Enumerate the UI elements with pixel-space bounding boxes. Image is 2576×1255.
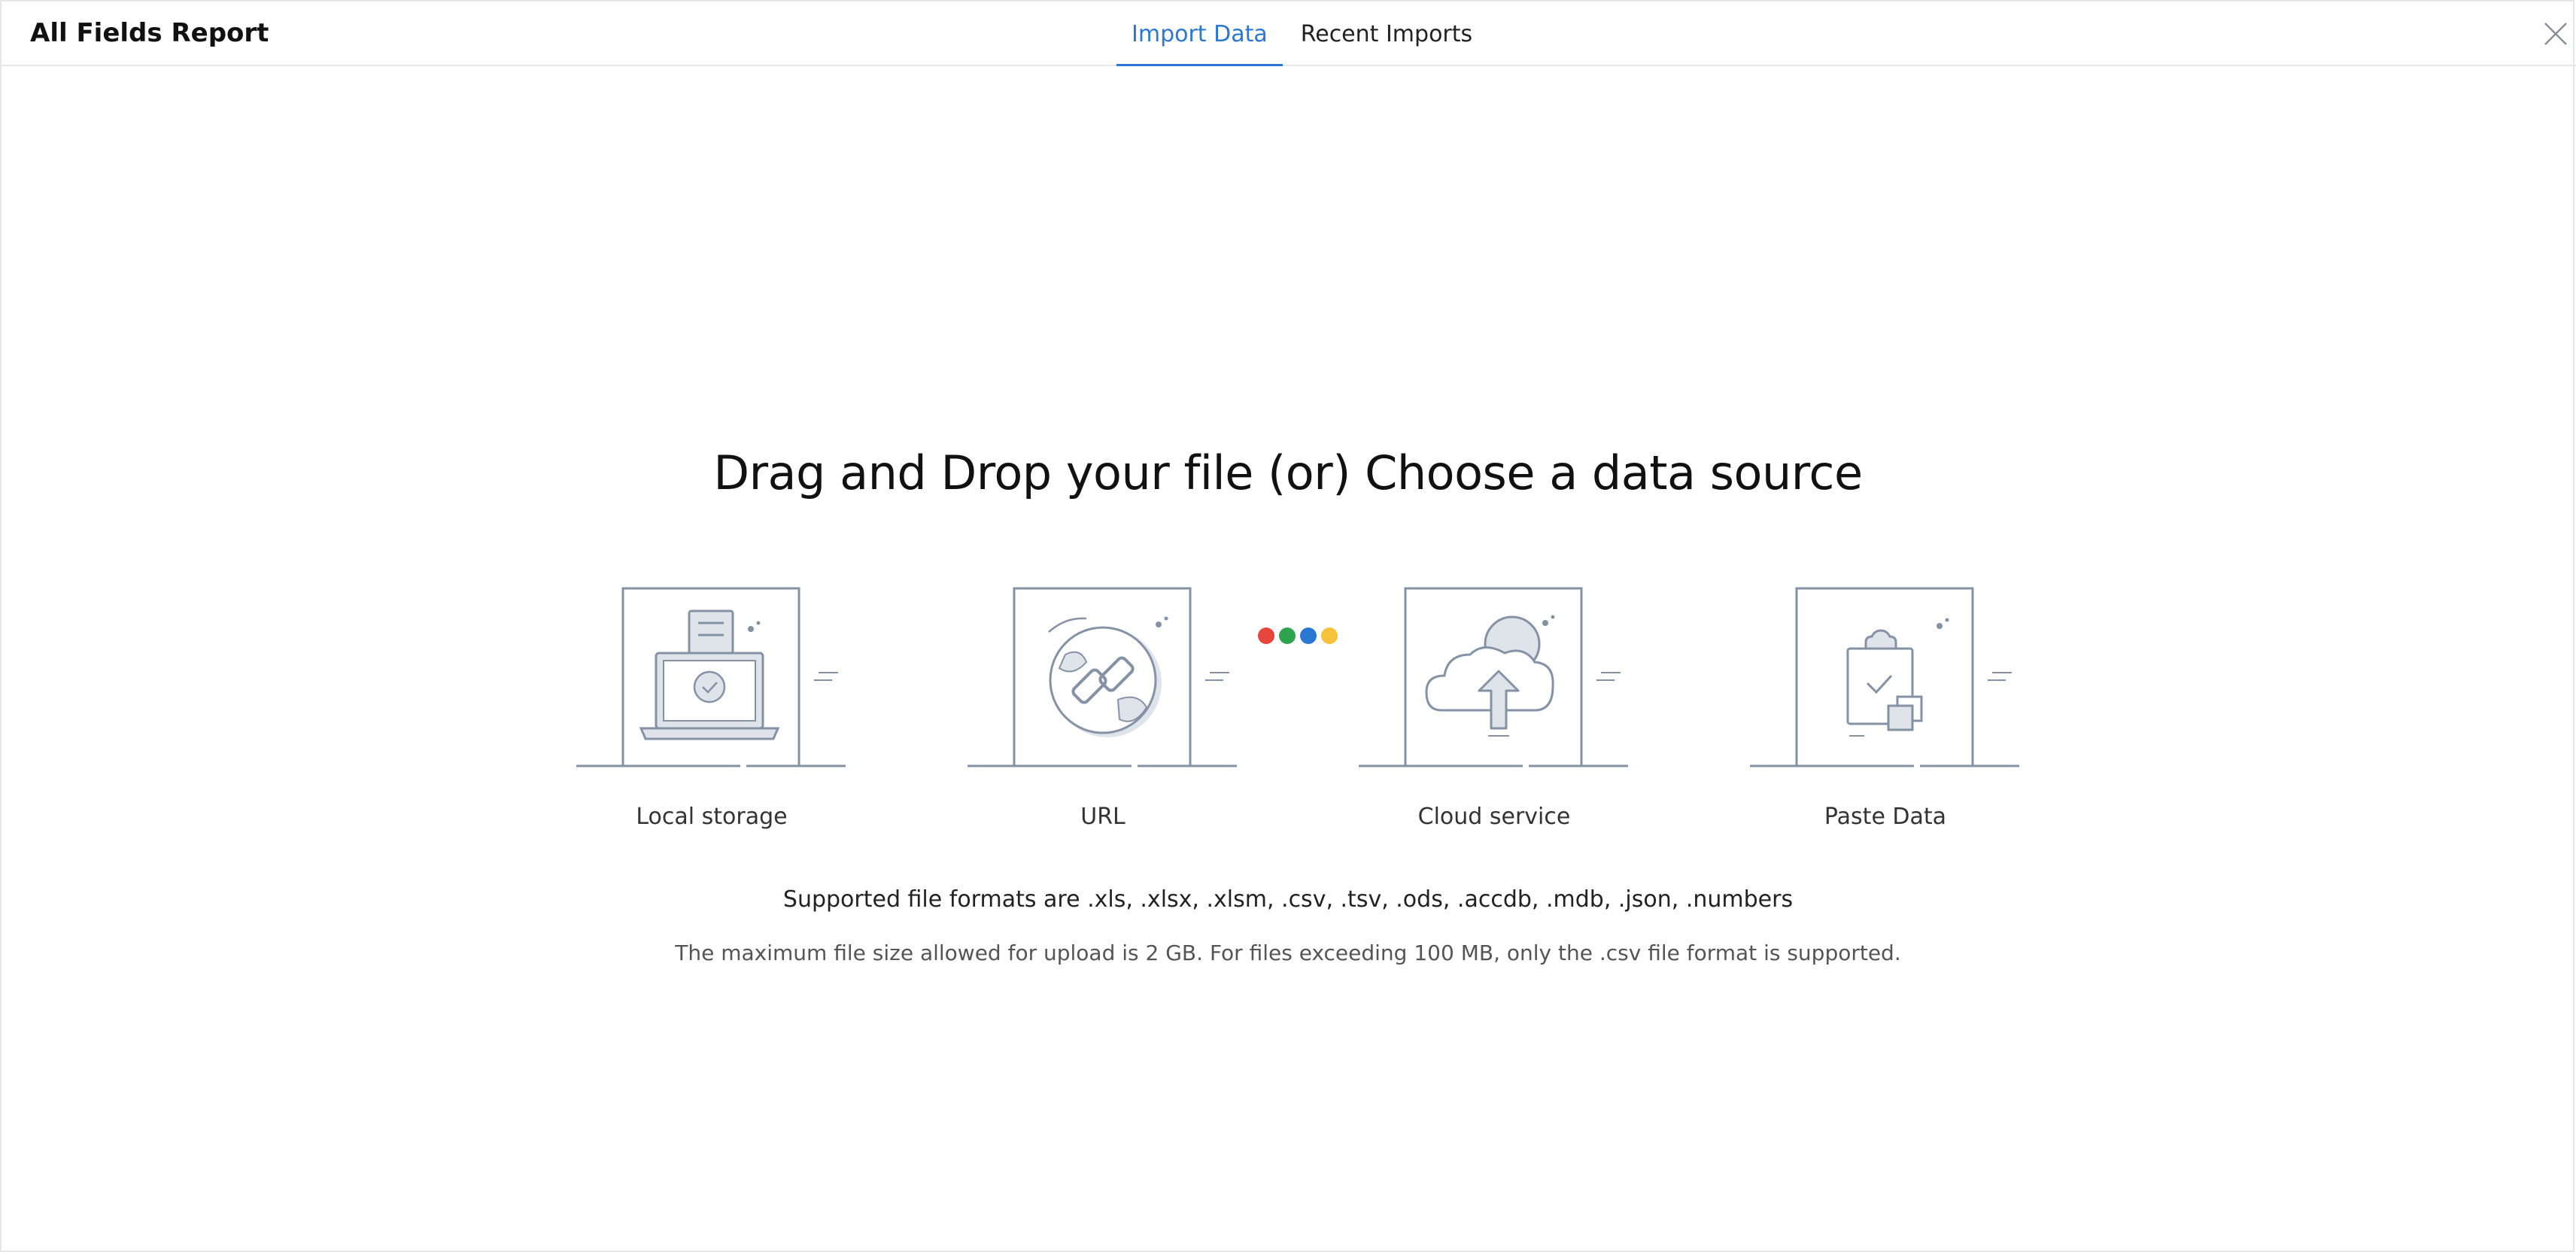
file-size-limit-text: The maximum file size allowed for upload… <box>675 940 1901 965</box>
cloud-upload-icon <box>1359 587 1628 767</box>
source-label: Paste Data <box>1824 804 1947 830</box>
tab-import-data[interactable]: Import Data <box>1116 0 1283 66</box>
close-icon[interactable] <box>2543 21 2568 47</box>
source-local-storage[interactable]: Local storage <box>569 579 855 835</box>
dot-green <box>1279 628 1296 644</box>
dot-blue <box>1300 628 1317 644</box>
laptop-upload-icon <box>576 587 846 767</box>
tab-recent-imports[interactable]: Recent Imports <box>1286 0 1487 66</box>
globe-link-icon <box>968 587 1237 767</box>
header-bar: All Fields Report Import Data Recent Imp… <box>0 0 2576 66</box>
dialog-frame <box>0 0 2574 1252</box>
page-heading: Drag and Drop your file (or) Choose a da… <box>713 445 1863 500</box>
dot-yellow <box>1321 628 1338 644</box>
source-label: Local storage <box>636 804 788 830</box>
source-cloud-service[interactable]: Cloud service <box>1351 579 1637 835</box>
cloud-services-dots <box>1258 628 1339 646</box>
clipboard-paste-icon <box>1750 587 2019 767</box>
source-url[interactable]: URL <box>960 579 1246 835</box>
source-label: URL <box>1080 804 1125 830</box>
tab-bar: Import Data Recent Imports <box>1116 0 1487 66</box>
source-paste-data[interactable]: Paste Data <box>1742 579 2028 835</box>
source-label: Cloud service <box>1417 804 1571 830</box>
supported-formats-text: Supported file formats are .xls, .xlsx, … <box>782 886 1794 913</box>
page-title: All Fields Report <box>30 18 269 48</box>
dot-red <box>1258 628 1274 644</box>
